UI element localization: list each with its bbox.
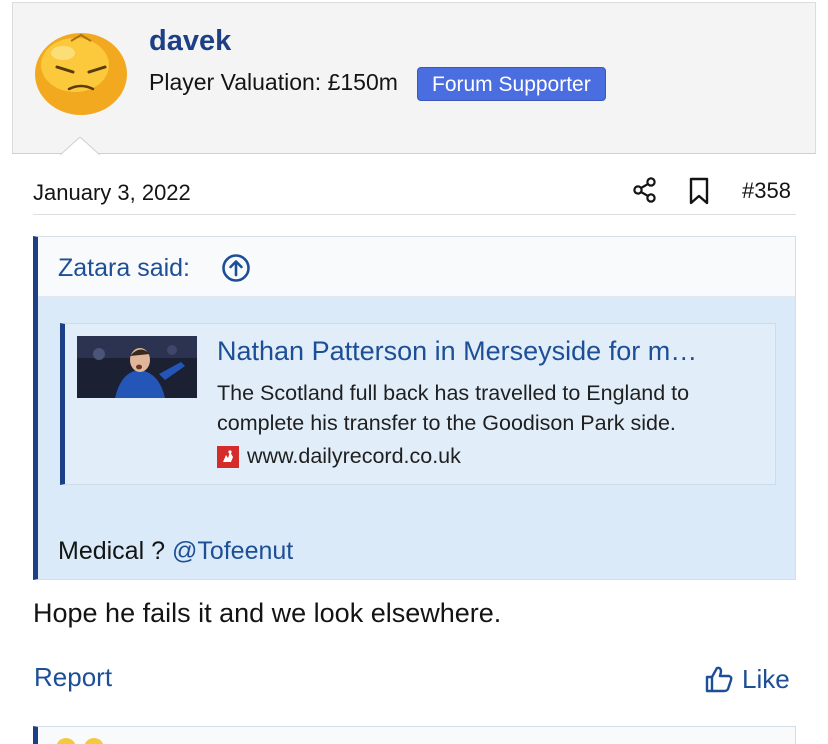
meta-divider — [33, 214, 796, 215]
player-valuation: Player Valuation: £150m — [149, 69, 398, 95]
favicon-icon — [217, 446, 239, 468]
post-date[interactable]: January 3, 2022 — [33, 180, 191, 206]
embed-domain: www.dailyrecord.co.uk — [247, 444, 461, 468]
user-mention[interactable]: @Tofeenut — [172, 537, 293, 565]
embed-description: The Scotland full back has travelled to … — [217, 381, 690, 435]
post-number-link[interactable]: #358 — [742, 178, 791, 204]
embed-title[interactable]: Nathan Patterson in Merseyside for m… — [217, 336, 765, 367]
share-icon[interactable] — [632, 176, 658, 204]
article-thumbnail[interactable] — [77, 336, 197, 398]
post-message: Hope he fails it and we look elsewhere. — [33, 598, 502, 628]
arrow-up-circle-icon[interactable] — [221, 253, 251, 283]
forum-post: davek Player Valuation: £150m Forum Supp… — [0, 0, 828, 744]
link-preview-embed[interactable]: Nathan Patterson in Merseyside for m… Th… — [60, 323, 776, 485]
header-pointer — [60, 137, 100, 156]
forum-supporter-badge: Forum Supporter — [417, 67, 606, 101]
quote-author[interactable]: Zatara said: — [58, 254, 190, 283]
next-quote-peek — [33, 726, 796, 744]
quote-header: Zatara said: — [38, 237, 795, 297]
quote-body: Medical ? @Tofeenut — [58, 537, 293, 566]
quote-block: Zatara said: Nathan Patterson in Merseys… — [33, 236, 796, 580]
avatar[interactable] — [33, 27, 129, 115]
emoji-icon — [56, 738, 76, 744]
user-header: davek Player Valuation: £150m Forum Supp… — [12, 2, 816, 154]
report-button[interactable]: Report — [34, 662, 112, 693]
emoji-icon — [84, 738, 104, 744]
thumbs-up-icon — [705, 666, 733, 693]
bookmark-icon[interactable] — [688, 177, 710, 205]
quote-text: Medical ? — [58, 537, 172, 565]
username[interactable]: davek — [149, 25, 231, 58]
like-label: Like — [742, 664, 790, 694]
